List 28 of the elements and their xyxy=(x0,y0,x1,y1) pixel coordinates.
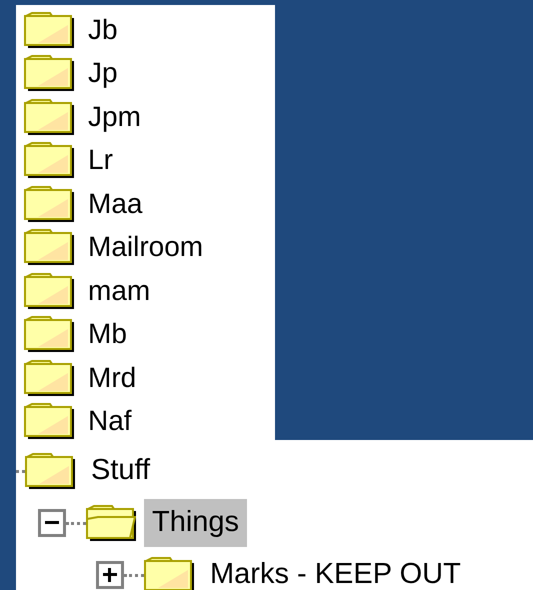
folder-icon xyxy=(24,12,74,48)
folder-item[interactable]: Mb xyxy=(88,313,127,356)
folder-icon xyxy=(24,403,74,440)
folder-icon xyxy=(25,453,75,489)
expand-button[interactable] xyxy=(96,561,124,589)
tree-item[interactable]: Marks - KEEP OUT xyxy=(202,551,469,590)
folder-item[interactable]: Mrd xyxy=(88,356,136,399)
folder-icon xyxy=(144,557,194,590)
folder-item[interactable]: Mailroom xyxy=(88,226,204,268)
folder-item[interactable]: Maa xyxy=(88,182,142,225)
folder-icon xyxy=(24,360,74,396)
folder-icon xyxy=(24,316,74,352)
folder-item[interactable]: Lr xyxy=(88,139,113,182)
folder-icon xyxy=(24,55,74,92)
tree-item[interactable]: Stuff xyxy=(83,447,158,495)
tree-item[interactable]: Things xyxy=(144,499,248,547)
collapse-button[interactable] xyxy=(38,509,66,537)
folder-item[interactable]: Jb xyxy=(88,8,118,51)
folder-icon xyxy=(24,142,74,178)
open-folder-icon xyxy=(86,505,136,541)
folder-icon xyxy=(24,272,74,309)
folder-icon xyxy=(24,186,74,222)
folder-item[interactable]: Jpm xyxy=(88,96,141,138)
folder-item[interactable]: mam xyxy=(88,270,150,312)
folder-icon xyxy=(24,229,74,266)
folder-item[interactable]: Naf xyxy=(88,400,132,442)
folder-icon xyxy=(24,98,74,135)
folder-item[interactable]: Jp xyxy=(88,52,118,94)
